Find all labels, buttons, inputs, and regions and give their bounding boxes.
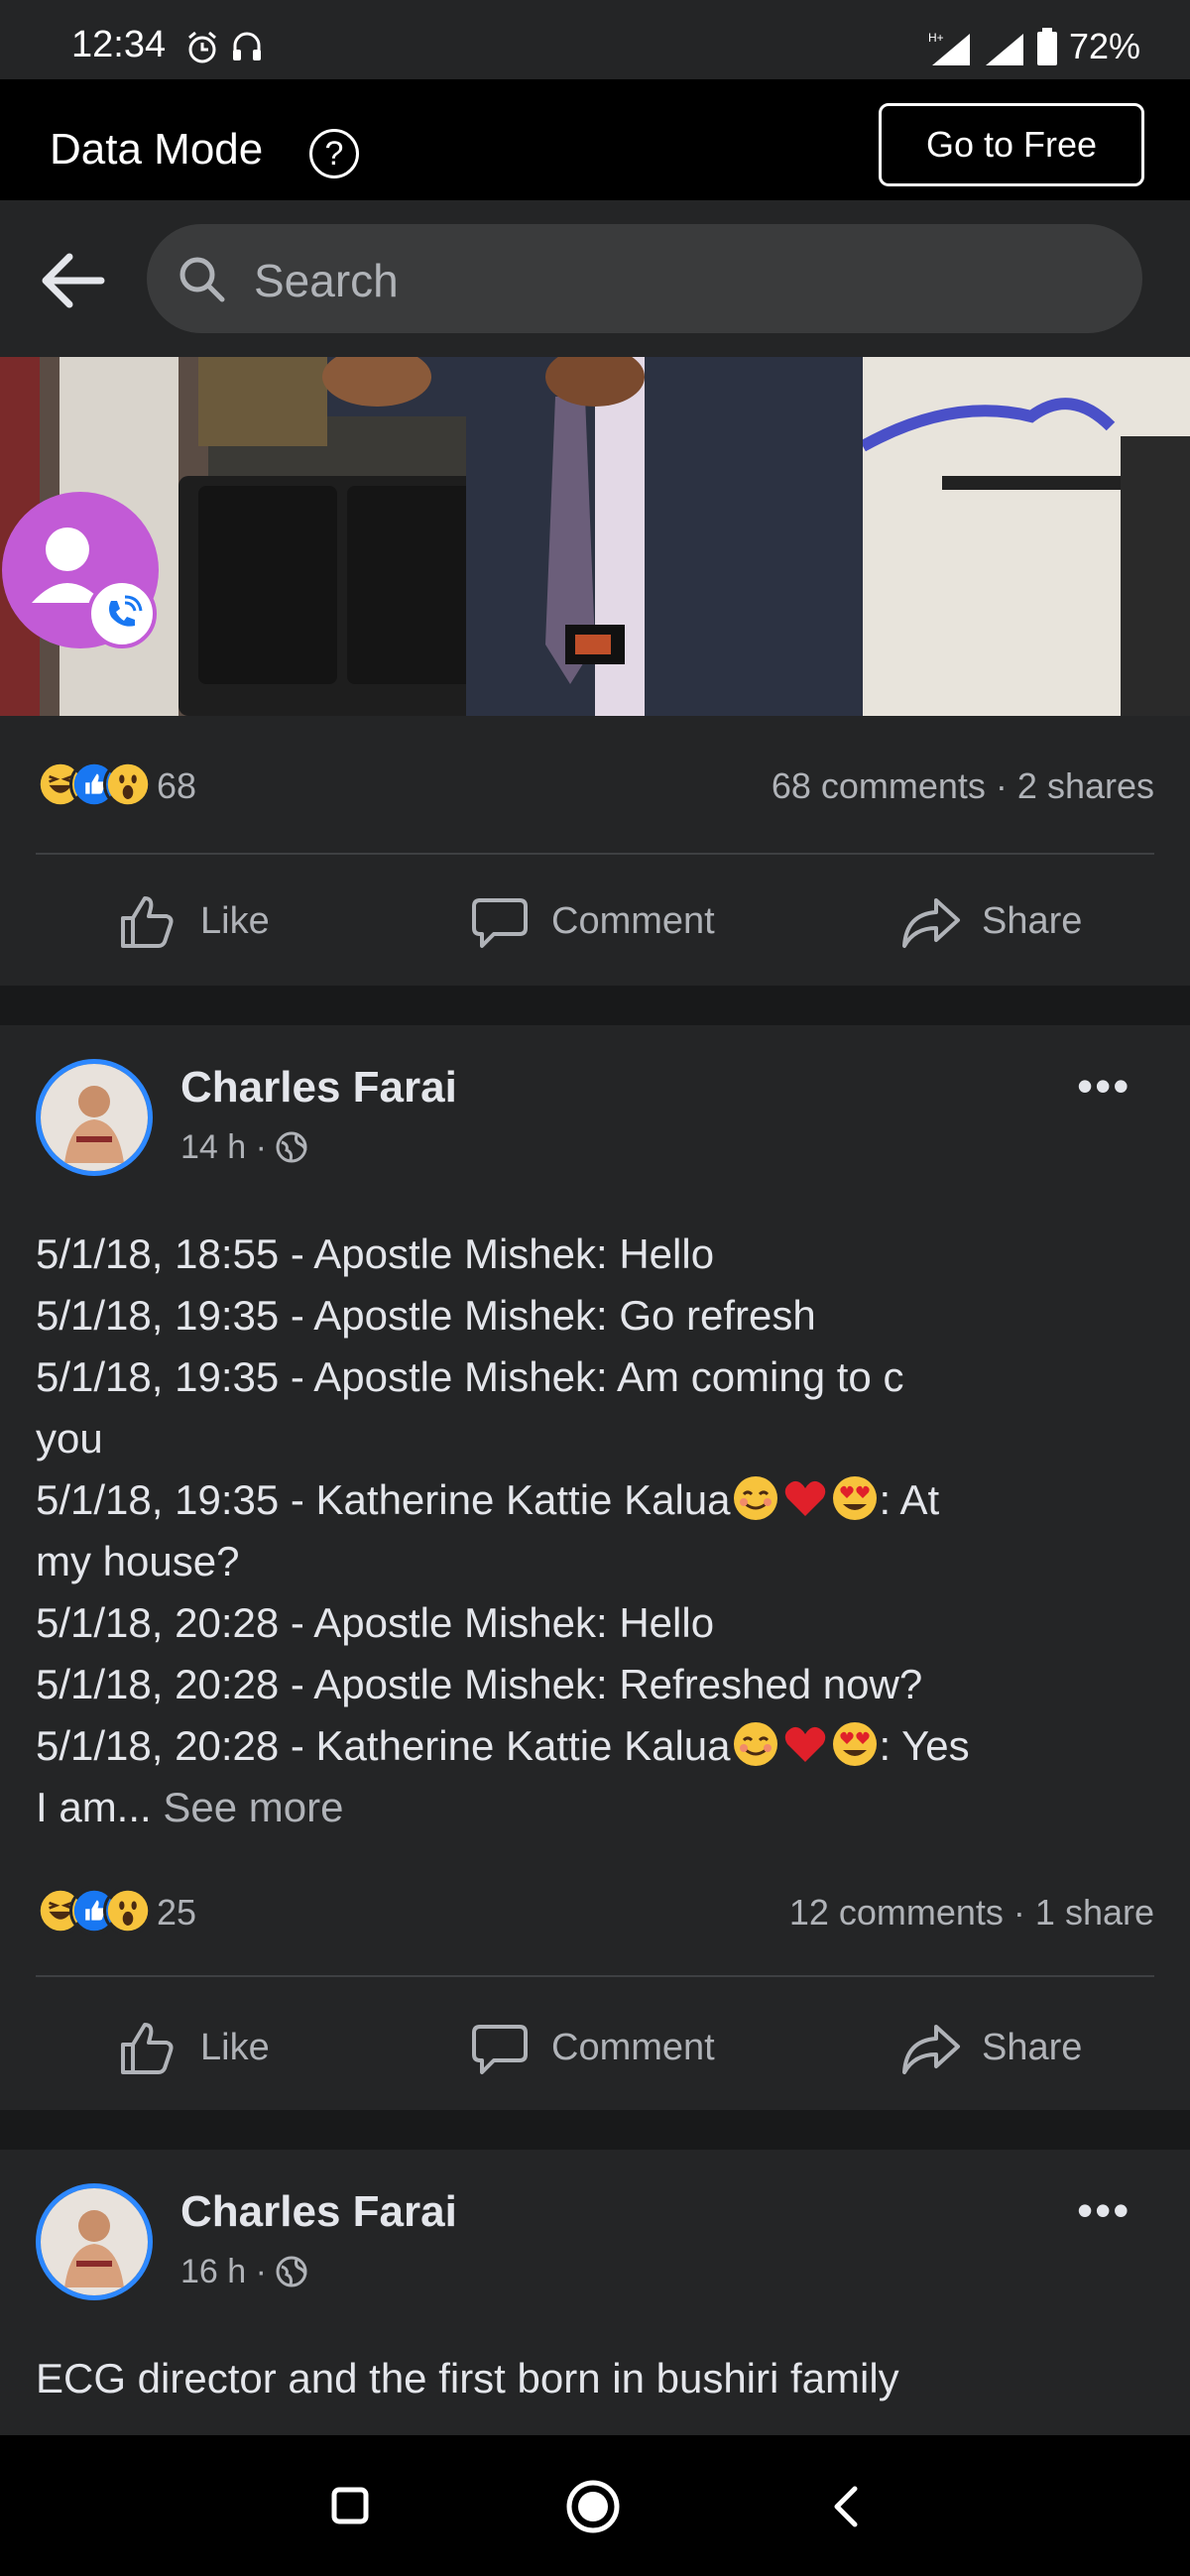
like-label: Like — [200, 900, 270, 942]
post-text: ECG director and the first born in bushi… — [36, 2355, 899, 2401]
divider — [36, 853, 1154, 855]
wow-reaction-icon — [103, 760, 153, 809]
search-icon — [179, 257, 225, 302]
post-photo[interactable] — [0, 357, 1190, 716]
post-line-text: I am... — [36, 1784, 164, 1830]
search-input[interactable]: Search — [147, 224, 1142, 333]
thumbs-up-icon — [121, 2023, 174, 2074]
post-photo-image — [0, 357, 1190, 716]
smiling-emoji-icon — [733, 1476, 777, 1520]
post-line: you — [36, 1415, 103, 1462]
post-meta: 16 h · — [180, 2253, 308, 2296]
phone-icon — [109, 595, 143, 627]
recent-apps-icon[interactable] — [329, 2485, 371, 2526]
heart-emoji-icon — [784, 1726, 825, 1762]
call-badge[interactable] — [87, 579, 157, 648]
like-label: Like — [200, 2027, 270, 2068]
system-nav-bar — [0, 2435, 1190, 2576]
reactions-summary[interactable]: 68 — [36, 760, 254, 815]
post-line-text: : Yes — [879, 1722, 970, 1769]
post-2: Charles Farai 14 h · ••• 5/1/18, 18:55 -… — [0, 1025, 1190, 2110]
reactions-summary[interactable]: 25 — [36, 1886, 254, 1941]
post-line: 5/1/18, 20:28 - Apostle Mishek: Refreshe… — [36, 1661, 923, 1707]
reactions-count: 25 — [157, 1892, 197, 1932]
post-time[interactable]: 14 h · — [180, 1128, 267, 1166]
help-button[interactable]: ? — [309, 129, 359, 178]
comment-label: Comment — [551, 900, 715, 942]
globe-icon — [276, 1131, 307, 1163]
wow-reaction-icon — [103, 1886, 153, 1935]
post-line: 5/1/18, 19:35 - Apostle Mishek: Am comin… — [36, 1353, 904, 1400]
home-icon[interactable] — [565, 2479, 621, 2534]
like-button[interactable]: Like — [117, 888, 315, 952]
post-line-text: 5/1/18, 20:28 - Katherine Kattie Kalua — [36, 1722, 731, 1769]
post-text: 5/1/18, 18:55 - Apostle Mishek: Hello 5/… — [36, 1224, 1166, 1838]
reactions-count: 68 — [157, 765, 197, 806]
status-bar: 12:34 H+ 72% — [0, 0, 1190, 79]
post-line: 5/1/18, 20:28 - Apostle Mishek: Hello — [36, 1599, 715, 1646]
share-icon — [902, 898, 960, 948]
svg-text:H+: H+ — [928, 31, 944, 45]
search-placeholder: Search — [254, 255, 399, 306]
more-options-icon[interactable]: ••• — [1077, 2183, 1130, 2237]
data-mode-bar: Data Mode ? Go to Free — [0, 79, 1190, 200]
comment-label: Comment — [551, 2027, 715, 2068]
comment-icon — [472, 898, 528, 948]
heart-eyes-emoji-icon — [832, 1722, 877, 1766]
comment-button[interactable]: Comment — [470, 2015, 748, 2078]
post-line: 5/1/18, 20:28 - Katherine Kattie Kalua : … — [36, 1715, 1166, 1777]
like-button[interactable]: Like — [117, 2015, 315, 2078]
status-time: 12:34 — [71, 24, 167, 65]
post-line-text: : At — [879, 1476, 940, 1523]
back-icon[interactable] — [827, 2483, 867, 2530]
share-label: Share — [982, 900, 1083, 942]
author-avatar[interactable] — [36, 1059, 153, 1176]
share-label: Share — [982, 2027, 1083, 2068]
post-line: 5/1/18, 19:35 - Apostle Mishek: Go refre… — [36, 1292, 816, 1339]
data-mode-label: Data Mode — [50, 125, 264, 174]
comment-button[interactable]: Comment — [470, 888, 748, 952]
back-arrow-icon[interactable] — [38, 248, 107, 313]
post-line-text: 5/1/18, 19:35 - Katherine Kattie Kalua — [36, 1476, 731, 1523]
avatar-image — [41, 2188, 148, 2295]
author-name[interactable]: Charles Farai — [180, 1063, 457, 1112]
heart-eyes-emoji-icon — [832, 1476, 877, 1520]
thumbs-up-icon — [121, 896, 174, 948]
avatar-image — [41, 1064, 148, 1171]
share-button[interactable]: Share — [900, 2015, 1099, 2078]
comments-shares-count[interactable]: 12 comments · 1 share — [789, 1892, 1154, 1933]
post-line: my house? — [36, 1538, 240, 1584]
post-line: 5/1/18, 19:35 - Katherine Kattie Kalua : … — [36, 1469, 1166, 1531]
post-line: 5/1/18, 18:55 - Apostle Mishek: Hello — [36, 1230, 715, 1277]
battery-percent: 72% — [1069, 26, 1141, 66]
comments-shares-count[interactable]: 68 comments · 2 shares — [772, 765, 1154, 807]
comment-icon — [472, 2025, 528, 2074]
search-header: Search — [0, 200, 1190, 357]
heart-emoji-icon — [784, 1480, 825, 1516]
post-1-footer: 68 68 comments · 2 shares Like Comment S… — [0, 716, 1190, 986]
divider — [36, 1975, 1154, 1977]
post-time[interactable]: 16 h · — [180, 2253, 267, 2290]
signal-icon: H+ — [928, 31, 1023, 65]
post-3: Charles Farai 16 h · ••• ECG director an… — [0, 2150, 1190, 2435]
post-meta: 14 h · — [180, 1128, 308, 1172]
globe-icon — [276, 2256, 307, 2287]
more-options-icon[interactable]: ••• — [1077, 1059, 1130, 1112]
share-button[interactable]: Share — [900, 888, 1099, 952]
author-avatar[interactable] — [36, 2183, 153, 2300]
author-name[interactable]: Charles Farai — [180, 2187, 457, 2237]
alarm-icon — [188, 31, 216, 63]
battery-icon — [1037, 28, 1057, 65]
headset-icon — [233, 32, 261, 60]
smiling-emoji-icon — [733, 1722, 777, 1766]
share-icon — [902, 2025, 960, 2074]
see-more-link[interactable]: See more — [163, 1784, 343, 1830]
go-to-free-button[interactable]: Go to Free — [879, 103, 1144, 186]
post-line: I am... See more — [36, 1777, 1166, 1838]
